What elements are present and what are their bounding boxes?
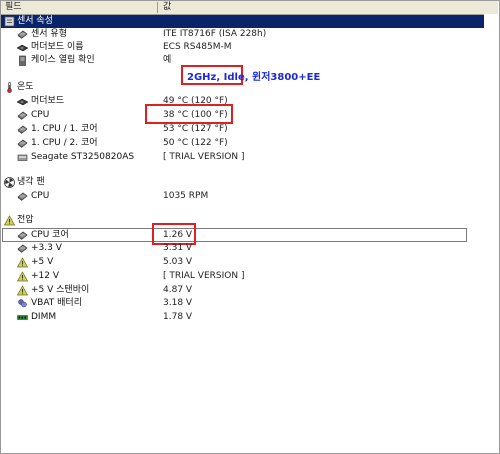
dimm-icon: [17, 315, 28, 320]
voltage-warning-icon: [4, 215, 15, 226]
group-sensor-props[interactable]: 센서 속성: [1, 15, 498, 28]
battery-icon: [18, 299, 27, 308]
item-label: +3.3 V: [31, 243, 62, 253]
list-item[interactable]: +5 V 스탠바이 4.87 V: [1, 284, 498, 297]
group-label: 전압: [17, 215, 34, 225]
item-label: 1. CPU / 2. 코어: [31, 138, 98, 148]
item-label: +5 V: [31, 257, 54, 267]
item-label: CPU: [31, 191, 50, 201]
thermometer-icon: [7, 82, 12, 93]
cpu-core-icon: [17, 124, 28, 135]
case-icon: [17, 55, 28, 66]
cpu-icon: [17, 191, 28, 202]
list-item[interactable]: CPU 1035 RPM: [1, 190, 498, 203]
item-label: DIMM: [31, 312, 57, 322]
group-voltage[interactable]: 전압: [1, 214, 498, 227]
highlight-box-cpu-temp: [145, 104, 233, 124]
hdd-icon: [17, 152, 28, 163]
cpu-icon: [17, 110, 28, 121]
list-item[interactable]: 센서 유형 ITE IT8716F (ISA 228h): [1, 28, 498, 41]
group-cooling-fan[interactable]: 냉각 팬: [1, 176, 498, 189]
item-label: CPU: [31, 110, 50, 120]
group-label: 냉각 팬: [17, 177, 45, 187]
item-label: +12 V: [31, 271, 60, 281]
item-value: [ TRIAL VERSION ]: [163, 271, 245, 281]
item-value: ECS RS485M-M: [163, 42, 232, 52]
item-value: 1.78 V: [163, 312, 193, 322]
item-label: VBAT 배터리: [31, 298, 82, 308]
item-value: 50 °C (122 °F): [163, 138, 228, 148]
list-item[interactable]: 머더보드 49 °C (120 °F): [1, 95, 498, 108]
item-label: +5 V 스탠바이: [31, 285, 90, 295]
list-item[interactable]: CPU 38 °C (100 °F): [1, 109, 498, 122]
item-value: [ TRIAL VERSION ]: [163, 152, 245, 162]
item-value: 3.18 V: [163, 298, 193, 308]
value-column-header[interactable]: 값: [159, 1, 171, 14]
item-label: CPU 코어: [31, 230, 69, 240]
voltage-warning-icon: [17, 271, 28, 282]
item-value: 53 °C (127 °F): [163, 124, 228, 134]
sensor-props-icon: [4, 16, 15, 27]
list-item[interactable]: Seagate ST3250820AS [ TRIAL VERSION ]: [1, 151, 498, 164]
list-item[interactable]: +3.3 V 3.31 V: [1, 242, 498, 255]
group-label: 온도: [17, 82, 34, 92]
item-label: 센서 유형: [31, 29, 67, 39]
voltage-warning-icon: [17, 257, 28, 268]
field-column-header[interactable]: 필드: [1, 1, 22, 14]
item-label: 케이스 열림 확인: [31, 55, 95, 65]
cpu-icon: [17, 230, 28, 241]
sensor-chip-icon: [17, 29, 28, 40]
motherboard-icon: [17, 42, 28, 53]
list-item[interactable]: DIMM 1.78 V: [1, 311, 498, 324]
cpu-core-icon: [17, 138, 28, 149]
list-item[interactable]: CPU 코어 1.26 V: [1, 229, 498, 242]
item-value: 4.87 V: [163, 285, 193, 295]
item-label: 1. CPU / 1. 코어: [31, 124, 98, 134]
item-value: 예: [163, 55, 172, 65]
column-separator[interactable]: [157, 2, 158, 13]
item-value: 3.31 V: [163, 243, 193, 253]
list-item[interactable]: +12 V [ TRIAL VERSION ]: [1, 270, 498, 283]
motherboard-icon: [17, 96, 28, 107]
item-label: 머더보드: [31, 96, 65, 106]
group-temperature[interactable]: 온도: [1, 81, 498, 94]
list-item[interactable]: 1. CPU / 2. 코어 50 °C (122 °F): [1, 137, 498, 150]
voltage-warning-icon: [17, 285, 28, 296]
vertical-scrollbar[interactable]: [484, 14, 498, 451]
group-label: 센서 속성: [17, 16, 53, 26]
item-value: 5.03 V: [163, 257, 193, 267]
list-item[interactable]: 1. CPU / 1. 코어 53 °C (127 °F): [1, 123, 498, 136]
item-value: ITE IT8716F (ISA 228h): [163, 29, 267, 39]
item-label: Seagate ST3250820AS: [31, 152, 135, 162]
list-item[interactable]: 머더보드 이름 ECS RS485M-M: [1, 41, 498, 54]
list-item[interactable]: 케이스 열림 확인 예: [1, 54, 498, 67]
fan-icon: [4, 177, 15, 188]
item-value: 1035 RPM: [163, 191, 209, 201]
list-header: 필드 값: [1, 1, 498, 15]
list-item[interactable]: +5 V 5.03 V: [1, 256, 498, 269]
list-item[interactable]: VBAT 배터리 3.18 V: [1, 297, 498, 310]
item-label: 머더보드 이름: [31, 42, 84, 52]
cpu-icon: [17, 243, 28, 254]
